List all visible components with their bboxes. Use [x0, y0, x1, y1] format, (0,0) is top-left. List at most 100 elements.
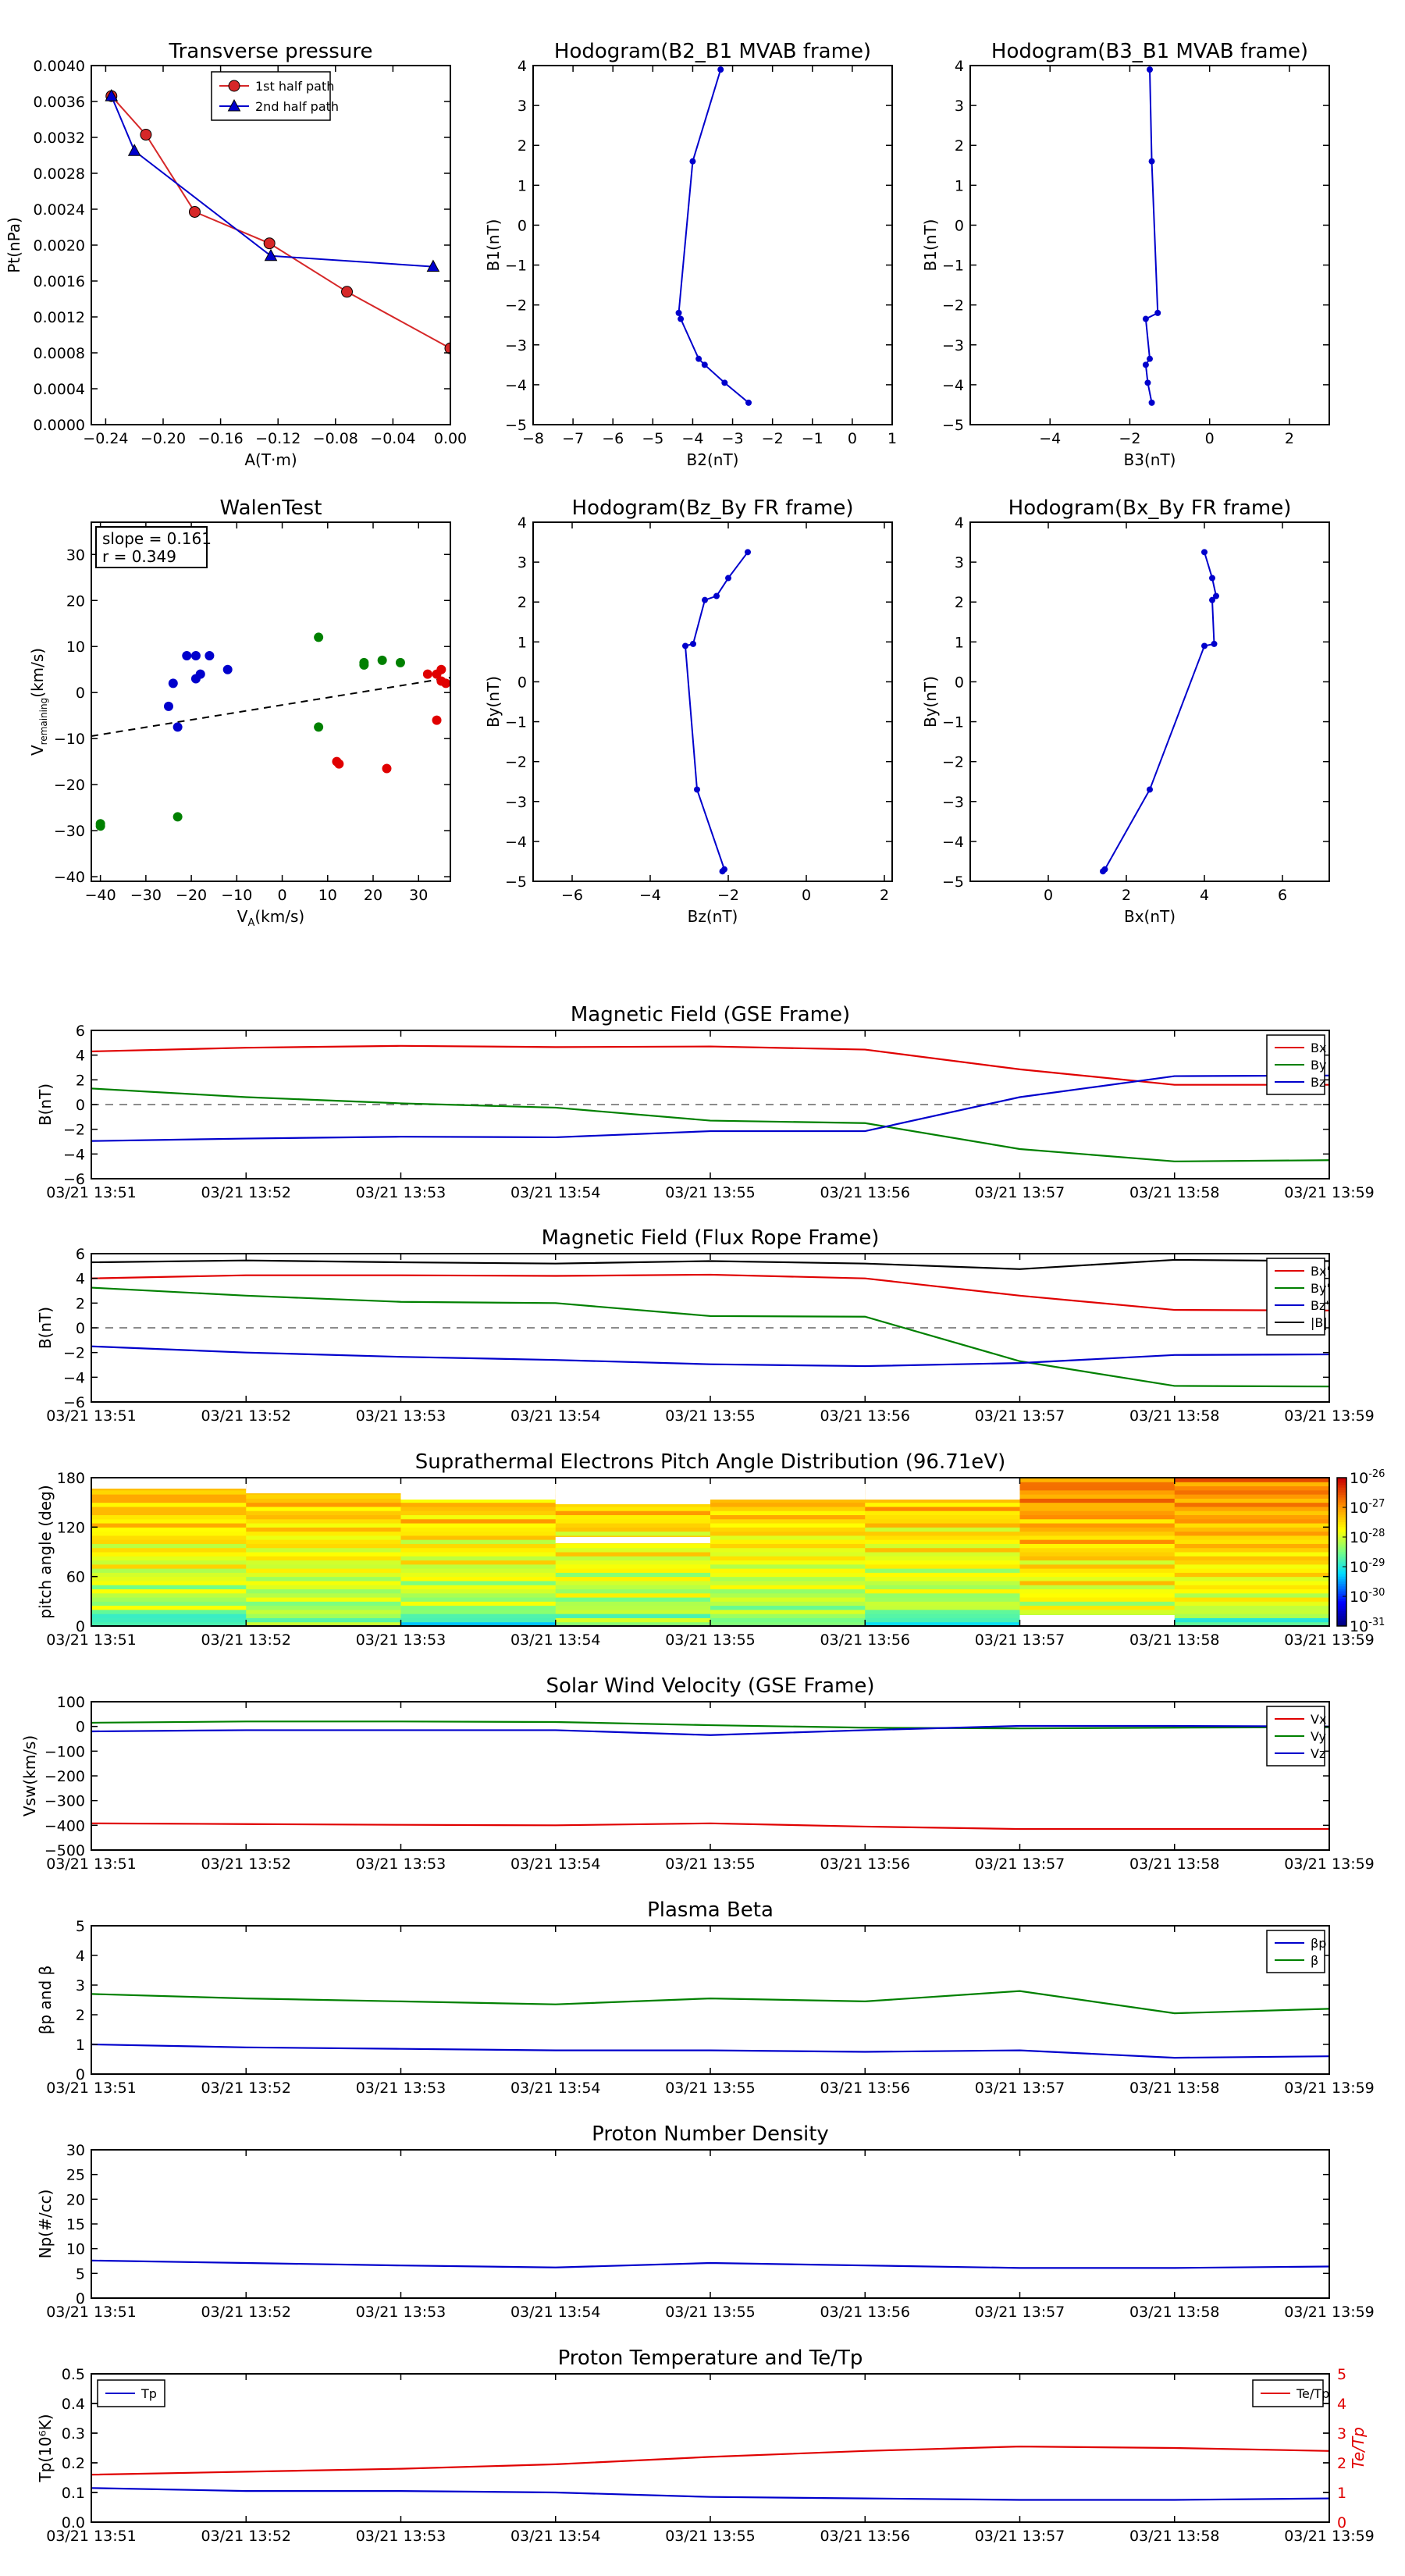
heatmap-cell: [91, 1564, 247, 1569]
heatmap-cell: [91, 1531, 247, 1536]
y-tick-label: −5: [942, 417, 964, 434]
y-tick-label: 0.0008: [34, 345, 85, 362]
legend-label: Vx: [1311, 1712, 1326, 1727]
heatmap-cell: [555, 1572, 711, 1578]
heatmap-cell: [246, 1552, 401, 1557]
x-tick-label: −0.24: [83, 430, 128, 447]
scatter-point: [441, 678, 450, 688]
heatmap-cell: [710, 1547, 866, 1553]
y-tick-label: 0: [76, 2066, 85, 2083]
time-tick-label: 03/21 13:57: [975, 1184, 1065, 1201]
legend-label: Bz': [1311, 1298, 1329, 1313]
heatmap-cell: [555, 1605, 711, 1610]
colorbar-cell: [1337, 1618, 1346, 1622]
heatmap-cell: [1019, 1580, 1176, 1585]
heatmap-cell: [400, 1601, 557, 1606]
heatmap-cell: [400, 1547, 557, 1553]
plot-frame: [532, 65, 893, 425]
time-tick-label: 03/21 13:58: [1129, 1631, 1220, 1649]
panel-t6: Proton Number Density 03/21 13:51 03/21 13…: [36, 2122, 1375, 2321]
heatmap-cell: [865, 1527, 1020, 1532]
colorbar-cell: [1337, 1537, 1346, 1540]
plot-area: [105, 89, 450, 354]
x-tick-label: 0: [848, 430, 857, 447]
heatmap-cell: [710, 1589, 866, 1594]
legend-label: Bx': [1311, 1264, 1330, 1279]
y-tick-label: 0: [76, 1719, 85, 1736]
legend-label: Bx: [1311, 1041, 1326, 1055]
heatmap-cell: [400, 1535, 557, 1540]
heatmap-cell: [1019, 1601, 1176, 1606]
y-tick-label: 2: [518, 137, 527, 155]
colorbar-cell: [1337, 1480, 1346, 1483]
heatmap-cell: [1019, 1523, 1176, 1528]
time-tick-label: 03/21 13:53: [356, 1184, 446, 1201]
heatmap-cell: [555, 1585, 711, 1589]
plot-area: [1142, 66, 1161, 406]
y-tick-label: 4: [518, 514, 527, 532]
x-tick-label: 2: [1285, 430, 1294, 447]
heatmap-cell: [91, 1502, 247, 1507]
heatmap-cell: [91, 1601, 247, 1606]
heatmap-cell: [710, 1601, 866, 1606]
scatter-point: [205, 651, 215, 661]
x-tick-label: −1: [802, 430, 823, 447]
y-tick-label: 0.5: [62, 2366, 85, 2383]
colorbar-cell: [1337, 1554, 1346, 1557]
colorbar-cell: [1337, 1529, 1346, 1533]
x-tick-label: 2: [880, 887, 889, 904]
time-tick-label: 03/21 13:59: [1284, 1856, 1375, 1873]
heatmap-cell: [246, 1589, 401, 1594]
heatmap-cell: [400, 1564, 557, 1569]
time-tick-label: 03/21 13:56: [820, 2080, 910, 2097]
heatmap-cell: [91, 1592, 247, 1598]
colorbar-cell: [1337, 1502, 1346, 1506]
y-tick-label: 1: [518, 177, 527, 194]
figure-canvas: Transverse pressure−0.24 −0.20 −0.16 −0.12−…: [5, 40, 1385, 2545]
y-tick-label: 2: [76, 1295, 85, 1312]
heatmap-cell: [400, 1568, 557, 1573]
chart-title: Proton Temperature and Te/Tp: [558, 2347, 863, 2370]
heatmap-cell: [400, 1560, 557, 1565]
colorbar-cell: [1337, 1512, 1346, 1515]
heatmap-cell: [1174, 1592, 1330, 1598]
y-tick-label: −3: [942, 337, 964, 354]
heatmap-cell: [400, 1609, 557, 1614]
heatmap-cell: [1019, 1498, 1176, 1503]
heatmap-cell: [865, 1506, 1020, 1511]
y-axis-label: Vremaining(km/s): [28, 648, 49, 756]
data-point: [1209, 575, 1215, 582]
heatmap-gap: [865, 1478, 1020, 1500]
heatmap-cell: [1019, 1489, 1176, 1495]
colorbar-cell: [1337, 1586, 1346, 1589]
y-tick-label: 3: [955, 554, 964, 571]
y-tick-label: 2: [76, 1072, 85, 1089]
scatter-point: [168, 678, 178, 688]
time-tick-label: 03/21 13:59: [1284, 1184, 1375, 1201]
heatmap-cell: [555, 1543, 711, 1549]
heatmap-cell: [1174, 1531, 1330, 1536]
y-tick-label: 3: [518, 98, 527, 115]
y-tick-label: 1: [955, 634, 964, 651]
y-tick-label: 4: [76, 1048, 85, 1065]
heatmap-cell: [91, 1539, 247, 1544]
heatmap-cell: [400, 1617, 557, 1623]
y-tick-label: 0.0028: [34, 165, 85, 183]
panel-t7: Proton Temperature and Te/Tp03/21 13:51 0…: [36, 2347, 1375, 2545]
panel-t1: Magnetic Field (GSE Frame) 03/21 13:51 03/…: [36, 1003, 1375, 1201]
heatmap-cell: [91, 1552, 247, 1557]
heatmap-cell: [555, 1556, 711, 1561]
heatmap-cell: [1174, 1502, 1330, 1507]
scatter-point: [436, 664, 446, 674]
y-tick-label: 0.0000: [34, 417, 85, 434]
heatmap-cell: [1174, 1609, 1330, 1614]
x-tick-label: 0: [802, 887, 811, 904]
colorbar-cell: [1337, 1522, 1346, 1525]
time-tick-label: 03/21 13:59: [1284, 2080, 1375, 2097]
y-tick-label: 120: [57, 1519, 85, 1536]
x-tick-label: −6: [561, 887, 583, 904]
x-axis-label: Bz(nT): [688, 907, 738, 926]
colorbar-cell: [1337, 1571, 1346, 1574]
heatmap-cell: [1019, 1482, 1176, 1487]
y-tick-label: −6: [63, 1171, 85, 1188]
